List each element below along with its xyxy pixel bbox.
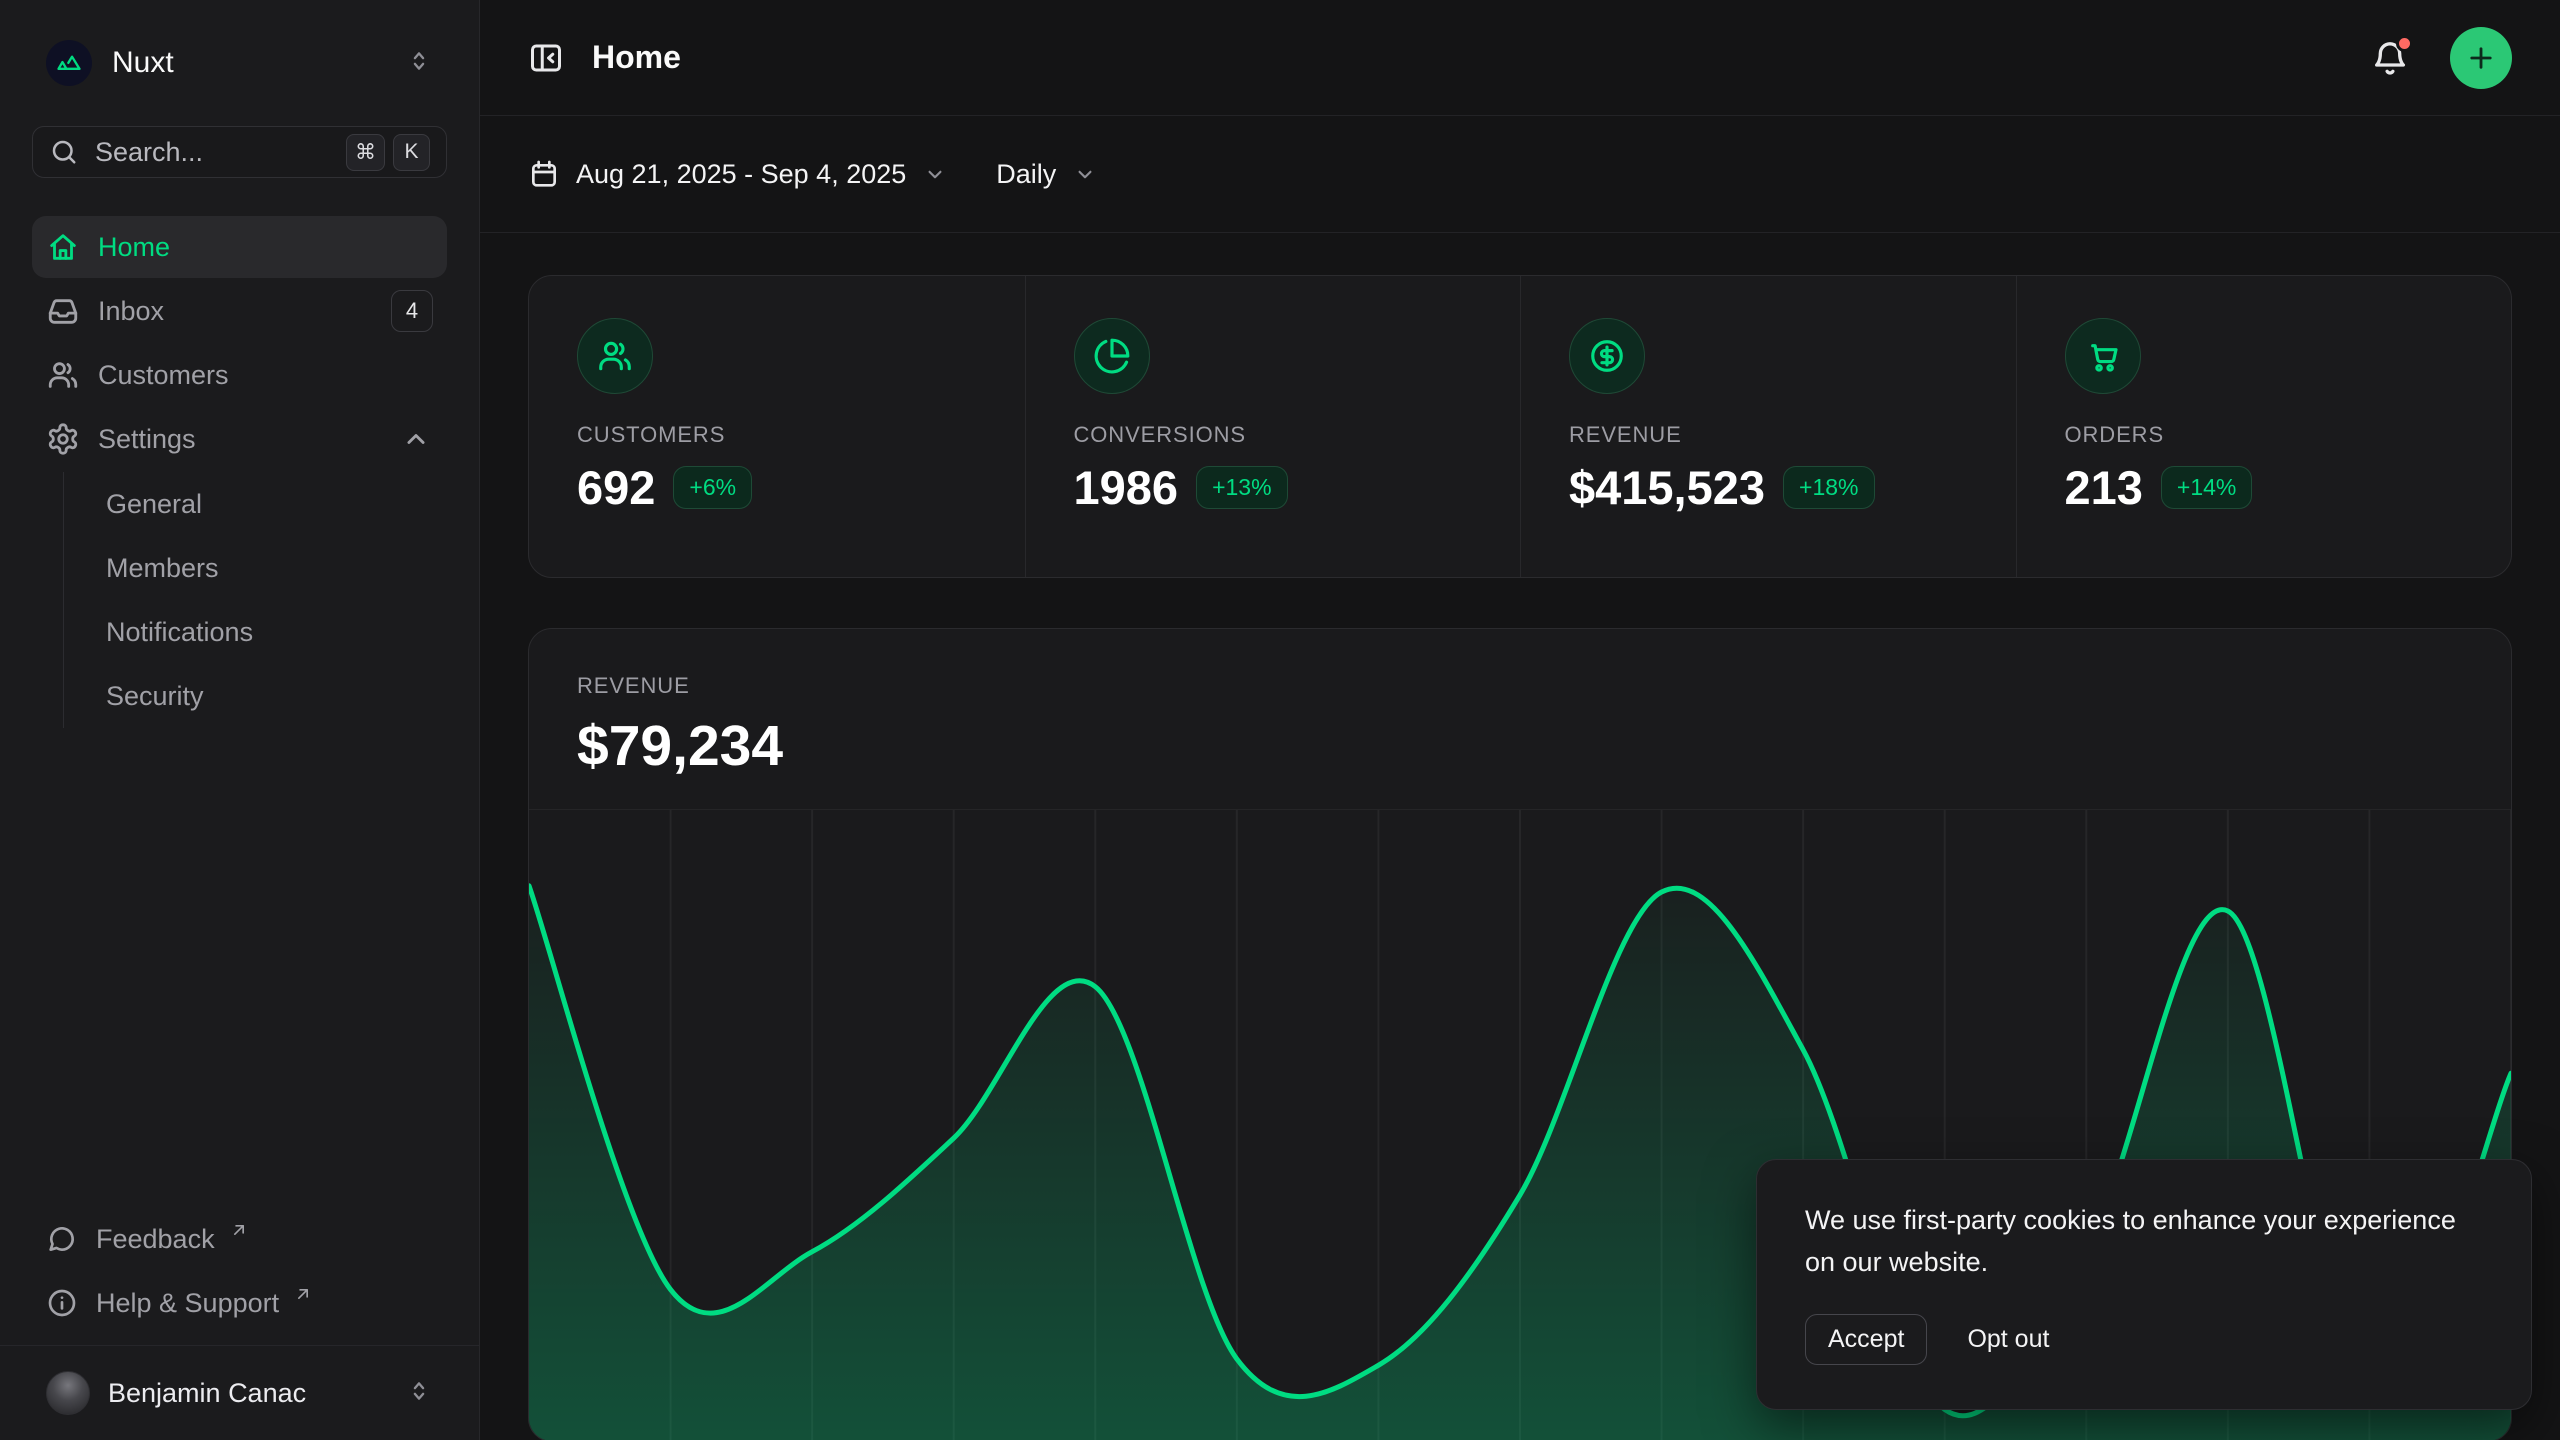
stats-card-group: CUSTOMERS 692 +6% CONVERSIONS 1986 bbox=[528, 275, 2512, 578]
avatar bbox=[46, 1371, 90, 1415]
date-range-picker[interactable]: Aug 21, 2025 - Sep 4, 2025 bbox=[528, 158, 948, 190]
sidebar-item-security[interactable]: Security bbox=[106, 664, 447, 728]
revenue-label: REVENUE bbox=[577, 673, 2463, 699]
date-range-label: Aug 21, 2025 - Sep 4, 2025 bbox=[576, 159, 906, 190]
info-circle-icon bbox=[46, 1287, 78, 1319]
granularity-select[interactable]: Daily bbox=[996, 159, 1098, 190]
workspace-name: Nuxt bbox=[112, 46, 174, 80]
sidebar-item-label: Help & Support bbox=[96, 1288, 279, 1319]
stat-value: 692 bbox=[577, 460, 655, 515]
sidebar-item-inbox[interactable]: Inbox 4 bbox=[32, 280, 447, 342]
stat-delta-badge: +6% bbox=[673, 466, 752, 509]
stat-card-conversions[interactable]: CONVERSIONS 1986 +13% bbox=[1025, 276, 1521, 577]
stat-label: REVENUE bbox=[1569, 422, 1968, 448]
users-icon bbox=[46, 358, 80, 392]
opt-out-button[interactable]: Opt out bbox=[1967, 1325, 2049, 1354]
sidebar-item-help-support[interactable]: Help & Support bbox=[32, 1271, 447, 1335]
sub-item-label: Security bbox=[106, 681, 204, 712]
chevrons-up-down-icon bbox=[405, 47, 433, 80]
panel-left-close-icon bbox=[528, 40, 564, 76]
kbd-k: K bbox=[393, 134, 430, 171]
inbox-icon bbox=[46, 294, 80, 328]
stat-label: CUSTOMERS bbox=[577, 422, 977, 448]
header-actions bbox=[2370, 27, 2512, 89]
stat-delta-badge: +13% bbox=[1196, 466, 1287, 509]
chevron-down-icon bbox=[922, 161, 948, 187]
page-title: Home bbox=[592, 39, 681, 76]
sidebar-item-customers[interactable]: Customers bbox=[32, 344, 447, 406]
inbox-count-badge: 4 bbox=[391, 290, 433, 332]
sidebar-nav: Home Inbox 4 Customers bbox=[32, 216, 447, 728]
shopping-cart-icon bbox=[2065, 318, 2141, 394]
cookie-actions: Accept Opt out bbox=[1805, 1314, 2483, 1365]
external-link-icon bbox=[229, 1220, 249, 1240]
nuxt-logo bbox=[46, 40, 92, 86]
kbd-cmd: ⌘ bbox=[346, 134, 385, 171]
stat-label: CONVERSIONS bbox=[1074, 422, 1473, 448]
chevrons-up-down-icon bbox=[405, 1377, 433, 1410]
sub-item-label: General bbox=[106, 489, 202, 520]
sidebar-item-home[interactable]: Home bbox=[32, 216, 447, 278]
sidebar-item-label: Settings bbox=[98, 424, 196, 455]
sidebar-item-feedback[interactable]: Feedback bbox=[32, 1207, 447, 1271]
notification-dot bbox=[2396, 35, 2413, 52]
gear-icon bbox=[46, 422, 80, 456]
stat-label: ORDERS bbox=[2065, 422, 2464, 448]
sidebar: Nuxt Search... ⌘ K Home bbox=[0, 0, 480, 1440]
sidebar-item-label: Inbox bbox=[98, 296, 164, 327]
plus-icon bbox=[2464, 41, 2498, 75]
stat-value: 1986 bbox=[1074, 460, 1179, 515]
search-placeholder: Search... bbox=[95, 137, 330, 168]
user-name: Benjamin Canac bbox=[108, 1378, 306, 1409]
sidebar-item-members[interactable]: Members bbox=[106, 536, 447, 600]
sub-item-label: Notifications bbox=[106, 617, 253, 648]
cookie-message: We use first-party cookies to enhance yo… bbox=[1805, 1200, 2483, 1284]
pie-chart-icon bbox=[1074, 318, 1150, 394]
dollar-circle-icon bbox=[1569, 318, 1645, 394]
calendar-icon bbox=[528, 158, 560, 190]
stat-delta-badge: +18% bbox=[1783, 466, 1874, 509]
revenue-card-header: REVENUE $79,234 bbox=[529, 629, 2511, 809]
stat-card-revenue[interactable]: REVENUE $415,523 +18% bbox=[1520, 276, 2016, 577]
revenue-total: $79,234 bbox=[577, 713, 2463, 779]
sidebar-item-label: Feedback bbox=[96, 1224, 215, 1255]
filters-toolbar: Aug 21, 2025 - Sep 4, 2025 Daily bbox=[480, 116, 2560, 233]
sidebar-item-label: Home bbox=[98, 232, 170, 263]
search-icon bbox=[49, 137, 79, 167]
chevron-up-icon bbox=[399, 422, 433, 456]
granularity-label: Daily bbox=[996, 159, 1056, 190]
workspace-switcher[interactable]: Nuxt bbox=[32, 0, 447, 126]
sidebar-item-label: Customers bbox=[98, 360, 229, 391]
settings-submenu: General Members Notifications Security bbox=[63, 472, 447, 728]
sidebar-item-general[interactable]: General bbox=[106, 472, 447, 536]
stat-card-customers[interactable]: CUSTOMERS 692 +6% bbox=[529, 276, 1025, 577]
users-icon bbox=[577, 318, 653, 394]
search-input[interactable]: Search... ⌘ K bbox=[32, 126, 447, 178]
accept-cookies-button[interactable]: Accept bbox=[1805, 1314, 1927, 1365]
chevron-down-icon bbox=[1072, 161, 1098, 187]
message-bubble-icon bbox=[46, 1223, 78, 1255]
sidebar-item-notifications[interactable]: Notifications bbox=[106, 600, 447, 664]
sidebar-spacer bbox=[32, 728, 447, 1207]
sub-item-label: Members bbox=[106, 553, 219, 584]
collapse-sidebar-button[interactable] bbox=[528, 40, 564, 76]
sidebar-item-settings[interactable]: Settings bbox=[32, 408, 447, 470]
add-button[interactable] bbox=[2450, 27, 2512, 89]
notifications-button[interactable] bbox=[2370, 38, 2410, 78]
cookie-banner: We use first-party cookies to enhance yo… bbox=[1756, 1159, 2532, 1410]
page-header: Home bbox=[480, 0, 2560, 116]
stat-value: $415,523 bbox=[1569, 460, 1765, 515]
stat-value: 213 bbox=[2065, 460, 2143, 515]
stat-card-orders[interactable]: ORDERS 213 +14% bbox=[2016, 276, 2512, 577]
home-icon bbox=[46, 230, 80, 264]
stat-delta-badge: +14% bbox=[2161, 466, 2252, 509]
user-menu[interactable]: Benjamin Canac bbox=[32, 1346, 447, 1440]
external-link-icon bbox=[293, 1284, 313, 1304]
search-shortcut: ⌘ K bbox=[346, 134, 430, 171]
